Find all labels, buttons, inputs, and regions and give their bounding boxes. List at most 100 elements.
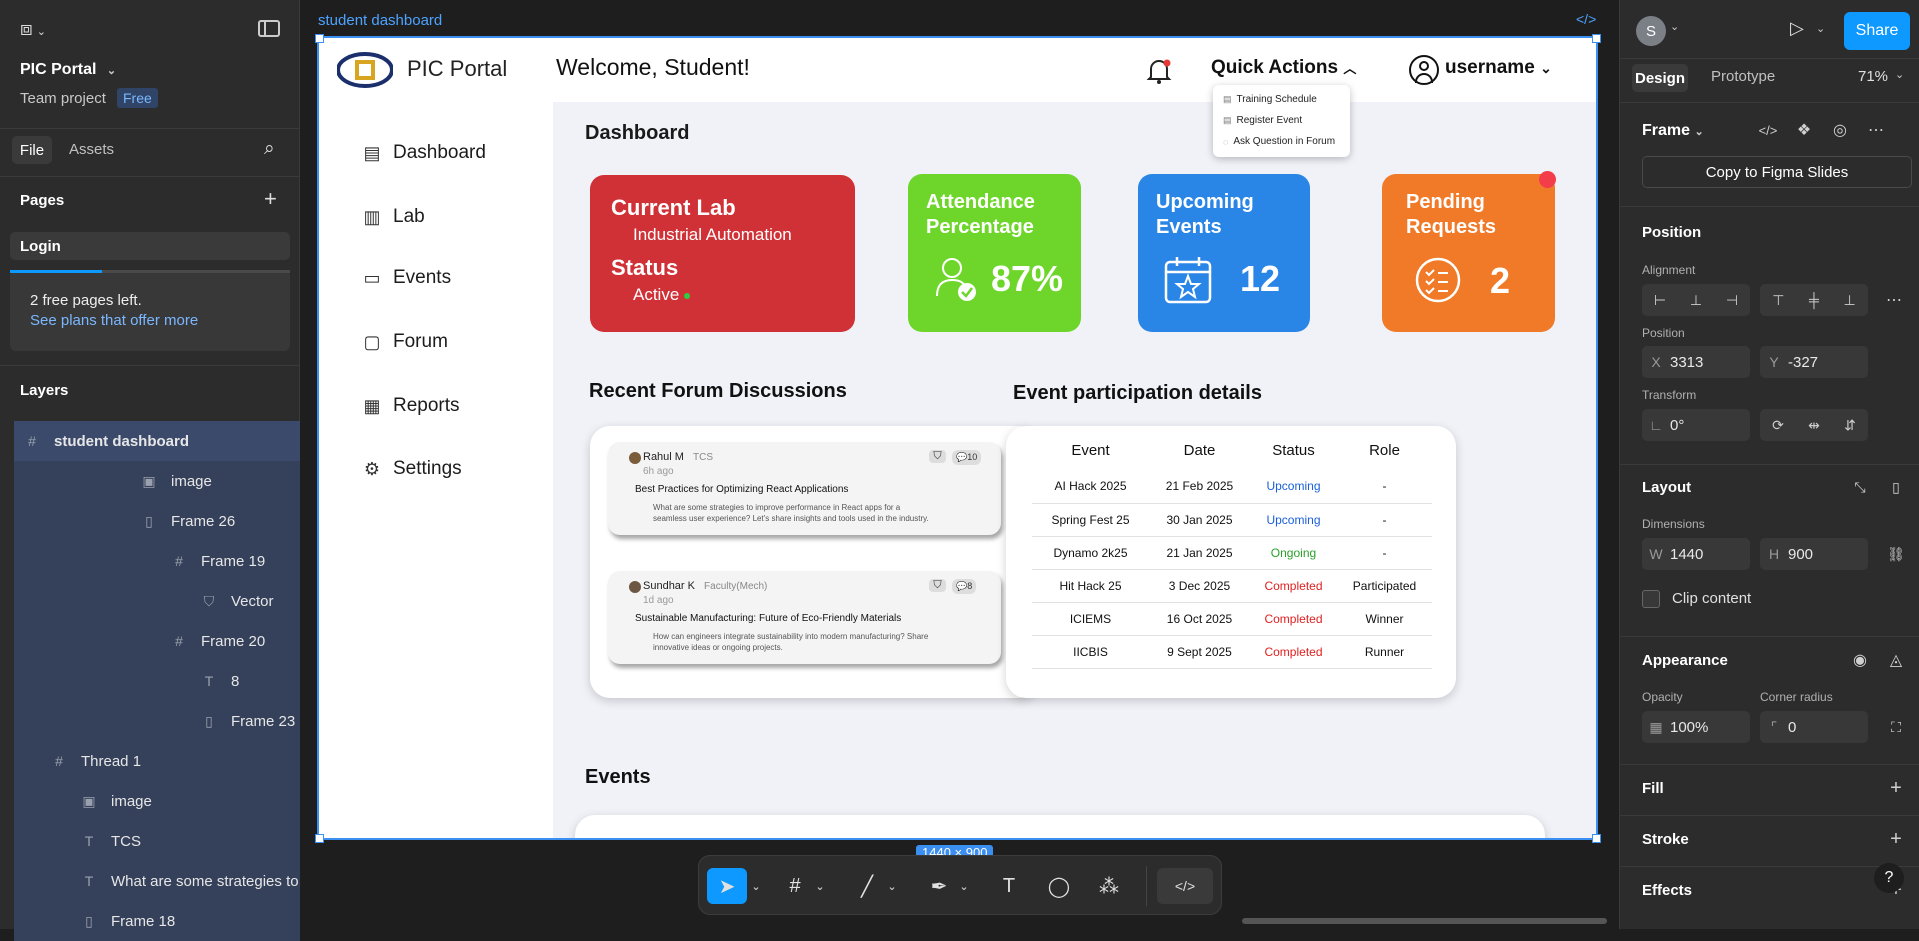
table-row[interactable]: Dynamo 2k25 21 Jan 2025 Ongoing - xyxy=(1032,536,1432,570)
layer-row[interactable]: ⛉ Vector xyxy=(14,581,300,621)
comment-count[interactable]: 💬8 xyxy=(952,579,977,594)
height-input[interactable]: H 900 xyxy=(1760,538,1868,570)
qa-training-schedule[interactable]: ▤ Training Schedule xyxy=(1213,89,1350,110)
frame-tool-icon[interactable]: # xyxy=(777,868,813,904)
width-input[interactable]: W 1440 xyxy=(1642,538,1750,570)
component-icon[interactable]: ❖ xyxy=(1788,114,1820,146)
layer-row[interactable]: T What are some strategies to xyxy=(14,861,300,901)
x-position-input[interactable]: X 3313 xyxy=(1642,346,1750,378)
chevron-down-icon[interactable]: ⌄ xyxy=(885,868,899,904)
qa-register-event[interactable]: ▤ Register Event xyxy=(1213,110,1350,131)
autolayout-icon[interactable]: ▯ xyxy=(1880,471,1912,503)
align-right-icon[interactable]: ⊣ xyxy=(1726,292,1738,309)
figma-menu-icon[interactable]: ⧈ ⌄ xyxy=(20,18,46,41)
individual-corners-icon[interactable]: ⛶ xyxy=(1880,711,1912,743)
layer-row[interactable]: ▣ image xyxy=(14,781,300,821)
chevron-down-icon[interactable]: ⌄ xyxy=(749,868,763,904)
chevron-down-icon[interactable]: ⌄ xyxy=(1895,68,1904,81)
layer-row[interactable]: ▯ Frame 18 xyxy=(14,901,300,941)
layer-row[interactable]: ▯ Frame 23 xyxy=(14,701,300,741)
chevron-down-icon[interactable]: ⌄ xyxy=(1816,22,1825,35)
tab-prototype[interactable]: Prototype xyxy=(1711,68,1775,85)
tab-assets[interactable]: Assets xyxy=(69,141,114,158)
search-icon[interactable]: ⌕ xyxy=(264,138,275,160)
resize-handle[interactable] xyxy=(1592,34,1601,43)
bookmark-icon[interactable]: ⛉ xyxy=(929,450,946,463)
chevron-down-icon[interactable]: ⌄ xyxy=(1670,20,1679,33)
chevron-down-icon[interactable]: ⌄ xyxy=(957,868,971,904)
y-position-input[interactable]: Y -327 xyxy=(1760,346,1868,378)
notification-bell-icon[interactable] xyxy=(1145,57,1173,85)
current-lab-card[interactable]: Current Lab Industrial Automation Status… xyxy=(590,175,855,332)
add-page-icon[interactable]: + xyxy=(264,186,277,212)
opacity-input[interactable]: ▦ 100% xyxy=(1642,711,1750,743)
pen-tool-icon[interactable]: ✒ xyxy=(921,868,957,904)
resize-handle[interactable] xyxy=(1592,834,1601,843)
blend-mode-icon[interactable]: ◬ xyxy=(1880,644,1912,676)
table-row[interactable]: AI Hack 2025 21 Feb 2025 Upcoming - xyxy=(1032,470,1432,504)
share-button[interactable]: Share xyxy=(1844,12,1910,50)
align-middle-icon[interactable]: ╪ xyxy=(1809,292,1819,308)
comment-count[interactable]: 💬10 xyxy=(952,450,982,465)
project-name[interactable]: PIC Portal ⌄ xyxy=(20,61,116,79)
nav-dashboard[interactable]: ▤ Dashboard xyxy=(361,142,485,164)
rotate-90-icon[interactable]: ⟳ xyxy=(1772,417,1784,434)
table-row[interactable]: ICIEMS 16 Oct 2025 Completed Winner xyxy=(1032,602,1432,636)
actions-tool-icon[interactable]: ⁂ xyxy=(1091,868,1127,904)
upcoming-events-card[interactable]: Upcoming Events 12 xyxy=(1138,174,1310,332)
nav-forum[interactable]: ▢ Forum xyxy=(361,331,447,353)
frame-type-label[interactable]: Frame ⌄ xyxy=(1642,122,1704,140)
align-left-icon[interactable]: ⊢ xyxy=(1654,292,1666,309)
constrain-proportions-icon[interactable]: ⛓ xyxy=(1880,538,1912,570)
layer-row[interactable]: ▣ image xyxy=(14,461,300,501)
zoom-level[interactable]: 71% xyxy=(1858,68,1888,85)
layer-row[interactable]: T TCS xyxy=(14,821,300,861)
user-menu[interactable]: username ⌄ xyxy=(1445,57,1552,79)
table-row[interactable]: Spring Fest 25 30 Jan 2025 Upcoming - xyxy=(1032,503,1432,537)
nav-settings[interactable]: ⚙ Settings xyxy=(361,458,462,480)
rotation-input[interactable]: ∟ 0° xyxy=(1642,409,1750,441)
attendance-card[interactable]: Attendance Percentage 87% xyxy=(908,174,1081,332)
add-fill-icon[interactable]: + xyxy=(1880,772,1912,804)
dev-mode-icon[interactable]: </> xyxy=(1576,11,1596,27)
resize-handle[interactable] xyxy=(315,34,324,43)
move-tool-icon[interactable]: ➤ xyxy=(707,868,747,904)
table-row[interactable]: IICBIS 9 Sept 2025 Completed Runner xyxy=(1032,635,1432,669)
present-play-icon[interactable]: ▷ xyxy=(1790,18,1804,39)
visibility-eye-icon[interactable]: ◉ xyxy=(1844,644,1876,676)
mask-icon[interactable]: ◎ xyxy=(1824,114,1856,146)
align-bottom-icon[interactable]: ⊥ xyxy=(1843,292,1855,309)
plans-link[interactable]: See plans that offer more xyxy=(30,312,198,329)
text-tool-icon[interactable]: T xyxy=(991,868,1027,904)
forum-post-card[interactable]: Rahul M TCS 6h ago ⛉ 💬10 Best Practices … xyxy=(608,442,1001,535)
pending-requests-card[interactable]: Pending Requests 2 xyxy=(1382,171,1556,332)
page-item-login[interactable]: Login xyxy=(10,232,290,260)
forum-post-card[interactable]: Sundhar K Faculty(Mech) 1d ago ⛉ 💬8 Sust… xyxy=(608,571,1001,664)
avatar[interactable]: S xyxy=(1636,16,1666,46)
layer-row[interactable]: ▯ Frame 26 xyxy=(14,501,300,541)
frame-label[interactable]: student dashboard xyxy=(318,12,442,29)
chevron-down-icon[interactable]: ⌄ xyxy=(813,868,827,904)
qa-ask-question[interactable]: ◌ Ask Question in Forum xyxy=(1213,131,1350,152)
add-stroke-icon[interactable]: + xyxy=(1880,823,1912,855)
user-avatar-icon[interactable] xyxy=(1409,55,1439,85)
layer-row[interactable]: # student dashboard xyxy=(14,421,300,461)
dev-mode-toggle-icon[interactable]: </> xyxy=(1157,868,1213,904)
layer-row[interactable]: # Frame 19 xyxy=(14,541,300,581)
nav-events[interactable]: ▭ Events xyxy=(361,267,451,289)
comment-tool-icon[interactable]: ◯ xyxy=(1041,868,1077,904)
toggle-sidebar-icon[interactable] xyxy=(258,20,280,37)
align-top-icon[interactable]: ⊤ xyxy=(1772,292,1784,309)
more-icon[interactable]: ⋯ xyxy=(1860,114,1892,146)
nav-reports[interactable]: ▦ Reports xyxy=(361,395,459,417)
student-dashboard-frame[interactable]: PIC Portal Welcome, Student! Quick Actio… xyxy=(317,36,1598,840)
copy-to-slides-button[interactable]: Copy to Figma Slides xyxy=(1642,156,1912,188)
layer-row[interactable]: # Frame 20 xyxy=(14,621,300,661)
line-tool-icon[interactable]: ╱ xyxy=(849,868,885,904)
corner-radius-input[interactable]: ⌜ 0 xyxy=(1760,711,1868,743)
table-row[interactable]: Hit Hack 25 3 Dec 2025 Completed Participat… xyxy=(1032,569,1432,603)
resize-handle[interactable] xyxy=(315,834,324,843)
more-align-icon[interactable]: ⋯ xyxy=(1878,284,1910,316)
app-logo-text[interactable]: PIC Portal xyxy=(407,56,507,82)
help-button[interactable]: ? xyxy=(1874,863,1904,893)
